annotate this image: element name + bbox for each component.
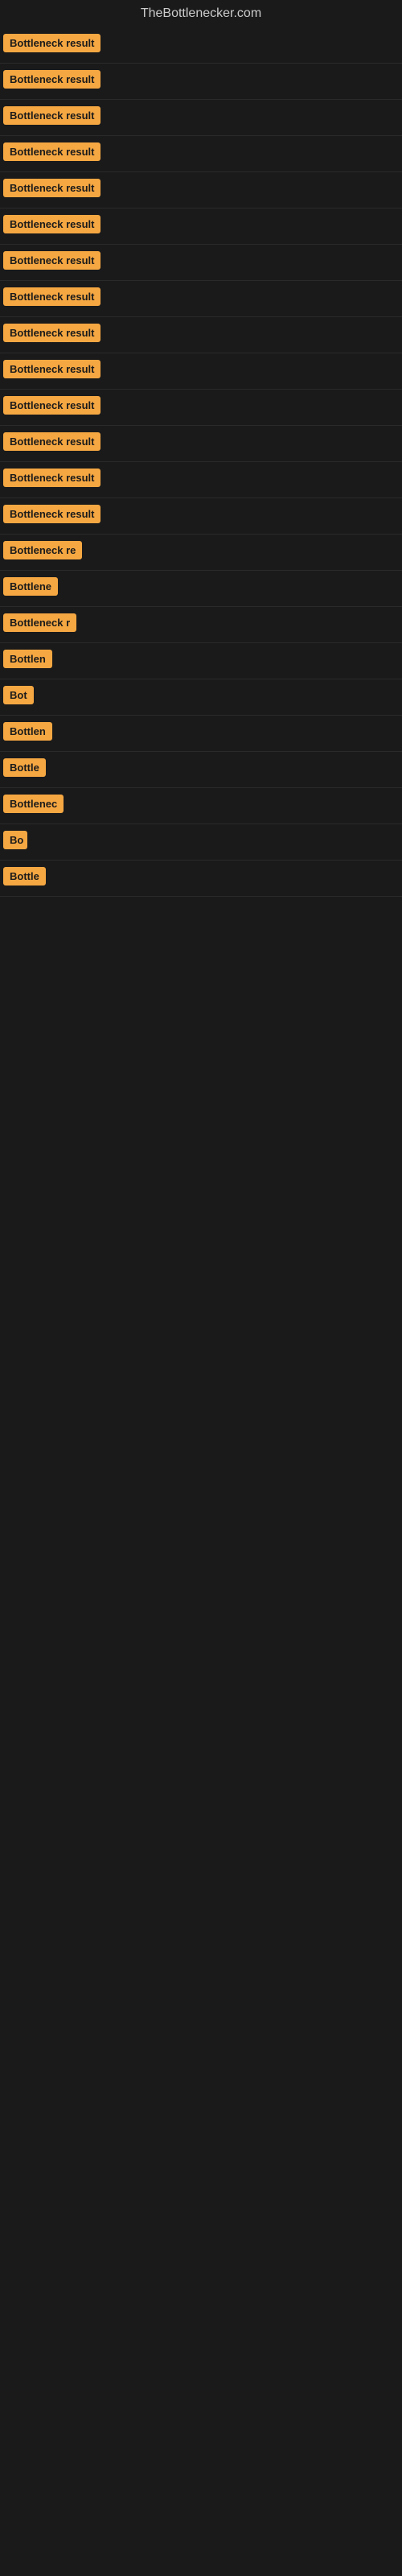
bottleneck-result-badge[interactable]: Bottleneck result bbox=[3, 106, 100, 125]
list-item: Bottleneck result bbox=[0, 353, 402, 390]
list-item: Bottleneck result bbox=[0, 426, 402, 462]
bottleneck-result-badge[interactable]: Bottlen bbox=[3, 722, 52, 741]
bottleneck-result-badge[interactable]: Bottleneck result bbox=[3, 287, 100, 306]
bottleneck-result-badge[interactable]: Bottlene bbox=[3, 577, 58, 596]
list-item: Bottleneck result bbox=[0, 498, 402, 535]
bottleneck-result-badge[interactable]: Bottleneck re bbox=[3, 541, 82, 559]
list-item: Bottle bbox=[0, 752, 402, 788]
bottleneck-result-badge[interactable]: Bot bbox=[3, 686, 34, 704]
list-item: Bottleneck result bbox=[0, 462, 402, 498]
bottleneck-result-badge[interactable]: Bottleneck result bbox=[3, 70, 100, 89]
bottleneck-result-badge[interactable]: Bottleneck result bbox=[3, 432, 100, 451]
bottleneck-result-badge[interactable]: Bottleneck result bbox=[3, 251, 100, 270]
list-item: Bottlene bbox=[0, 571, 402, 607]
bottleneck-result-badge[interactable]: Bottleneck result bbox=[3, 324, 100, 342]
list-item: Bottleneck result bbox=[0, 245, 402, 281]
list-item: Bottleneck result bbox=[0, 317, 402, 353]
list-item: Bot bbox=[0, 679, 402, 716]
list-item: Bottleneck re bbox=[0, 535, 402, 571]
bottleneck-result-badge[interactable]: Bottleneck result bbox=[3, 505, 100, 523]
list-item: Bottleneck result bbox=[0, 64, 402, 100]
list-item: Bottle bbox=[0, 861, 402, 897]
bottleneck-result-badge[interactable]: Bottleneck result bbox=[3, 396, 100, 415]
bottleneck-result-badge[interactable]: Bo bbox=[3, 831, 27, 849]
list-item: Bottleneck result bbox=[0, 208, 402, 245]
bottleneck-result-badge[interactable]: Bottlenec bbox=[3, 795, 64, 813]
bottleneck-result-badge[interactable]: Bottleneck r bbox=[3, 613, 76, 632]
bottleneck-result-badge[interactable]: Bottleneck result bbox=[3, 34, 100, 52]
list-item: Bottleneck result bbox=[0, 100, 402, 136]
list-item: Bottleneck r bbox=[0, 607, 402, 643]
list-item: Bo bbox=[0, 824, 402, 861]
bottleneck-result-badge[interactable]: Bottle bbox=[3, 758, 46, 777]
list-item: Bottleneck result bbox=[0, 172, 402, 208]
bottleneck-result-badge[interactable]: Bottleneck result bbox=[3, 179, 100, 197]
list-item: Bottleneck result bbox=[0, 136, 402, 172]
list-item: Bottleneck result bbox=[0, 281, 402, 317]
site-title: TheBottlenecker.com bbox=[0, 0, 402, 27]
list-item: Bottleneck result bbox=[0, 27, 402, 64]
bottleneck-result-badge[interactable]: Bottleneck result bbox=[3, 469, 100, 487]
bottleneck-result-badge[interactable]: Bottlen bbox=[3, 650, 52, 668]
list-item: Bottleneck result bbox=[0, 390, 402, 426]
list-item: Bottlen bbox=[0, 716, 402, 752]
list-item: Bottlen bbox=[0, 643, 402, 679]
bottleneck-result-badge[interactable]: Bottle bbox=[3, 867, 46, 886]
bottleneck-result-badge[interactable]: Bottleneck result bbox=[3, 142, 100, 161]
list-item: Bottlenec bbox=[0, 788, 402, 824]
bottleneck-result-badge[interactable]: Bottleneck result bbox=[3, 215, 100, 233]
bottleneck-result-badge[interactable]: Bottleneck result bbox=[3, 360, 100, 378]
